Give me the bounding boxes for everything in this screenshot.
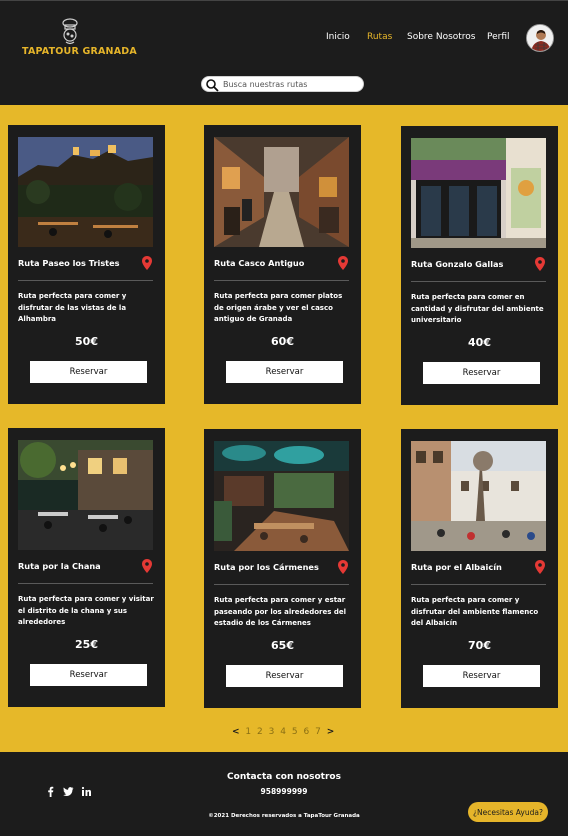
route-card: Ruta Gonzalo Gallas Ruta perfecta para c…	[401, 126, 558, 405]
location-pin-icon	[338, 560, 348, 574]
pagination-page-5[interactable]: 5	[292, 727, 298, 737]
reservar-button[interactable]: Reservar	[30, 664, 147, 686]
route-title: Ruta por los Cármenes	[214, 562, 319, 572]
reservar-button[interactable]: Reservar	[30, 361, 147, 383]
pagination-next[interactable]: >	[327, 727, 335, 737]
nav-inicio[interactable]: Inicio	[326, 32, 350, 48]
route-price: 60€	[271, 335, 294, 348]
pagination: < 1 2 3 4 5 6 7 >	[232, 727, 337, 741]
card-divider	[18, 280, 153, 281]
card-divider	[214, 584, 349, 585]
route-card: Ruta por la Chana Ruta perfecta para com…	[8, 428, 165, 707]
route-description: Ruta perfecta para comer platos de orige…	[214, 292, 343, 323]
card-divider	[214, 280, 349, 281]
route-image-restaurant[interactable]	[214, 441, 349, 551]
reservar-button[interactable]: Reservar	[226, 361, 343, 383]
reservar-button[interactable]: Reservar	[423, 362, 540, 384]
route-price: 50€	[75, 335, 98, 348]
location-pin-icon	[535, 560, 545, 574]
brand-name: TAPATOUR GRANADA	[22, 46, 137, 57]
chef-logo-icon	[62, 18, 78, 45]
location-pin-icon	[142, 559, 152, 573]
routes-section: Ruta Paseo los Tristes Ruta perfecta par…	[0, 105, 568, 752]
route-image-bar-facade[interactable]	[411, 138, 546, 248]
pagination-page-4[interactable]: 4	[280, 727, 286, 737]
avatar-image	[527, 25, 553, 51]
location-pin-icon	[338, 256, 348, 270]
route-image-alhambra[interactable]	[18, 137, 153, 247]
nav-perfil[interactable]: Perfil	[487, 32, 510, 48]
route-price: 65€	[271, 639, 294, 652]
user-avatar[interactable]	[526, 24, 554, 52]
route-image-old-town[interactable]	[214, 137, 349, 247]
location-pin-icon	[535, 257, 545, 271]
route-price: 40€	[468, 336, 491, 349]
location-pin-icon	[142, 256, 152, 270]
route-card: Ruta Paseo los Tristes Ruta perfecta par…	[8, 125, 165, 404]
card-divider	[411, 281, 546, 282]
site-header: TAPATOUR GRANADA Inicio Rutas Sobre Noso…	[0, 0, 568, 105]
route-title: Ruta Gonzalo Gallas	[411, 259, 504, 269]
pagination-page-7[interactable]: 7	[315, 727, 321, 737]
nav-rutas[interactable]: Rutas	[367, 32, 392, 48]
brand-logo[interactable]: TAPATOUR GRANADA	[22, 18, 137, 62]
route-card: Ruta por el Albaicín Ruta perfecta para …	[401, 429, 558, 708]
pagination-page-1[interactable]: 1	[245, 727, 251, 737]
route-description: Ruta perfecta para comer y estar paseand…	[214, 596, 346, 627]
route-image-terrace[interactable]	[18, 440, 153, 550]
route-title: Ruta Paseo los Tristes	[18, 258, 120, 268]
contact-phone: 958999999	[260, 787, 308, 796]
site-footer: Contacta con nosotros 958999999 ©2021 De…	[0, 752, 568, 836]
route-title: Ruta por la Chana	[18, 561, 101, 571]
pagination-page-3[interactable]: 3	[269, 727, 275, 737]
route-image-albaicin[interactable]	[411, 441, 546, 551]
reservar-button[interactable]: Reservar	[226, 665, 343, 687]
route-title: Ruta por el Albaicín	[411, 562, 502, 572]
card-divider	[18, 583, 153, 584]
pagination-page-6[interactable]: 6	[303, 727, 309, 737]
route-description: Ruta perfecta para comer y disfrutar de …	[18, 292, 127, 323]
pagination-page-2[interactable]: 2	[257, 727, 263, 737]
pagination-prev[interactable]: <	[232, 727, 240, 737]
route-description: Ruta perfecta para comer y disfrutar del…	[411, 596, 539, 627]
reservar-button[interactable]: Reservar	[423, 665, 540, 687]
route-price: 25€	[75, 638, 98, 651]
contact-title: Contacta con nosotros	[227, 772, 341, 782]
route-description: Ruta perfecta para comer y visitar el di…	[18, 595, 154, 626]
nav-sobre-nosotros[interactable]: Sobre Nosotros	[407, 32, 476, 48]
search-icon[interactable]	[205, 78, 219, 92]
help-button[interactable]: ¿Necesitas Ayuda?	[468, 802, 548, 822]
search-input[interactable]	[223, 78, 359, 91]
route-card: Ruta Casco Antiguo Ruta perfecta para co…	[204, 125, 361, 404]
search-bar[interactable]	[201, 76, 364, 92]
card-divider	[411, 584, 546, 585]
route-title: Ruta Casco Antiguo	[214, 258, 305, 268]
route-card: Ruta por los Cármenes Ruta perfecta para…	[204, 429, 361, 708]
route-price: 70€	[468, 639, 491, 652]
route-description: Ruta perfecta para comer en cantidad y d…	[411, 293, 544, 324]
